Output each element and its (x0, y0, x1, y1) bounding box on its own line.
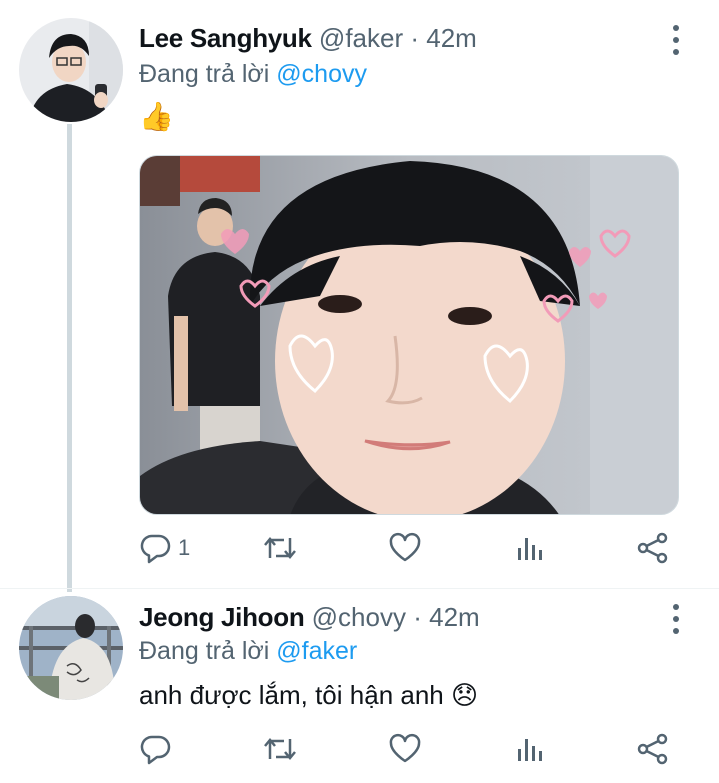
reply-mention[interactable]: @chovy (276, 60, 367, 88)
tweet-faker[interactable]: Lee Sanghyuk @faker · 42m Đang trả lời @… (0, 0, 719, 588)
views-button[interactable] (514, 530, 546, 566)
share-icon (637, 733, 668, 765)
timestamp[interactable]: 42m (426, 23, 477, 53)
tweet-actions: 1 (0, 530, 719, 566)
tweet-header: Jeong Jihoon @chovy · 42m (139, 602, 480, 633)
retweet-icon (264, 738, 296, 760)
reply-prefix: Đang trả lời (139, 637, 270, 665)
retweet-button[interactable] (262, 731, 298, 767)
more-icon[interactable] (666, 604, 686, 634)
tweet-photo[interactable] (139, 155, 679, 515)
retweet-button[interactable] (262, 530, 298, 566)
reply-context: Đang trả lời @faker (139, 637, 357, 666)
like-button[interactable] (388, 530, 422, 566)
views-icon (518, 739, 542, 761)
views-button[interactable] (514, 731, 546, 767)
retweet-icon (264, 537, 296, 559)
reply-icon (140, 735, 171, 765)
display-name[interactable]: Lee Sanghyuk (139, 23, 312, 53)
reply-mention[interactable]: @faker (276, 637, 357, 665)
views-icon (518, 538, 542, 560)
display-name[interactable]: Jeong Jihoon (139, 602, 305, 632)
separator-dot: · (413, 602, 422, 632)
more-icon[interactable] (666, 25, 686, 55)
reply-prefix: Đang trả lời (139, 60, 270, 88)
tweet-chovy[interactable]: Jeong Jihoon @chovy · 42m Đang trả lời @… (0, 589, 719, 783)
tweet-header: Lee Sanghyuk @faker · 42m (139, 23, 477, 54)
reply-count: 1 (178, 535, 191, 560)
user-handle[interactable]: @chovy (312, 602, 406, 632)
share-button[interactable] (636, 530, 670, 566)
user-handle[interactable]: @faker (319, 23, 403, 53)
like-icon (389, 733, 421, 763)
share-button[interactable] (636, 731, 670, 767)
reply-button[interactable]: 1 (140, 530, 190, 566)
reply-button[interactable] (140, 731, 178, 767)
reply-context: Đang trả lời @chovy (139, 60, 367, 89)
reply-icon (140, 534, 171, 564)
tweet-actions (0, 731, 719, 767)
avatar[interactable] (19, 596, 123, 700)
avatar[interactable] (19, 18, 123, 122)
tweet-text: 👍 (139, 101, 174, 132)
share-icon (637, 532, 668, 564)
timestamp[interactable]: 42m (429, 602, 480, 632)
like-icon (389, 532, 421, 562)
tweet-text: anh được lắm, tôi hận anh 😞 (139, 680, 479, 710)
like-button[interactable] (388, 731, 422, 767)
separator-dot: · (410, 23, 420, 53)
